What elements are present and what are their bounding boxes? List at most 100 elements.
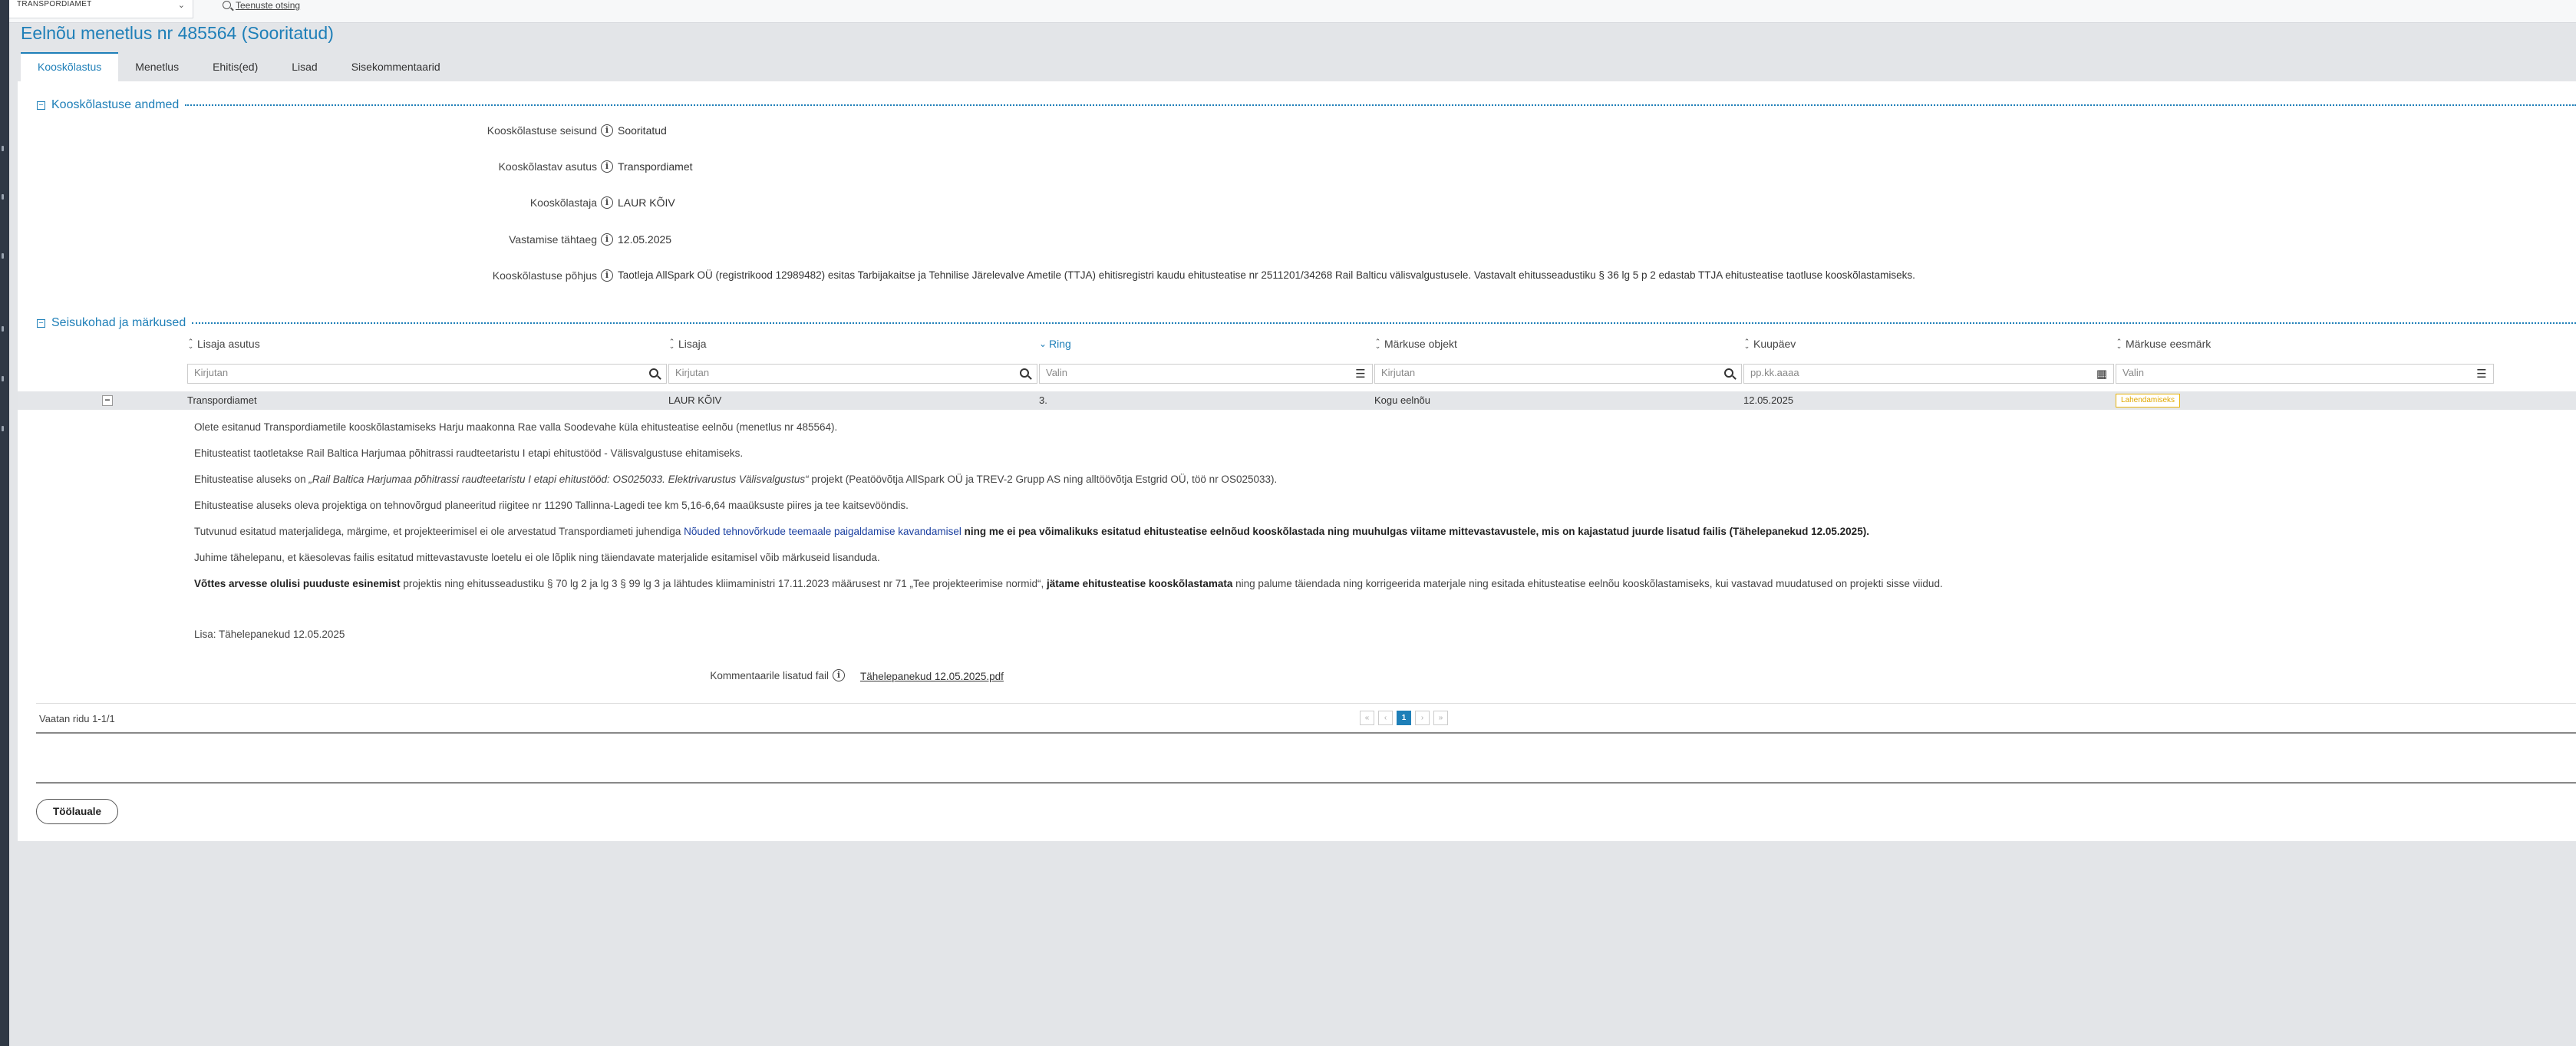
field-label: Kooskõlastuse põhjus: [492, 269, 597, 282]
filter-round[interactable]: ☰: [1039, 364, 1373, 384]
approval-section-title: Kooskõlastuse andmed: [51, 98, 180, 111]
search-icon[interactable]: [1724, 368, 1733, 378]
filter-purpose-select[interactable]: [2122, 367, 2469, 378]
comment-paragraph: Lisa: Tähelepanekud 12.05.2025: [194, 629, 345, 640]
cell-round: 3.: [1039, 394, 1047, 406]
sort-icon: ⌃ ⌄: [1743, 338, 1750, 350]
field-value: Transpordiamet: [618, 160, 693, 173]
filter-date-input[interactable]: [1750, 367, 2089, 378]
filter-object[interactable]: [1374, 364, 1742, 384]
comment-paragraph: Juhime tähelepanu, et käesolevas failis …: [194, 552, 880, 563]
field-deadline: Vastamise tähtaeg i 12.05.2025: [18, 233, 2576, 250]
page-1-button[interactable]: 1: [1397, 711, 1411, 725]
info-icon[interactable]: i: [833, 669, 845, 681]
calendar-icon[interactable]: ▦: [2096, 368, 2108, 380]
page-title: Eelnõu menetlus nr 485564 (Sooritatud): [21, 23, 334, 43]
field-agency: Kooskõlastav asutus i Transpordiamet: [18, 160, 2576, 177]
search-icon[interactable]: [649, 368, 658, 378]
info-icon[interactable]: i: [601, 196, 613, 209]
field-value: Sooritatud: [618, 124, 667, 137]
section-divider: [185, 104, 2576, 106]
pagination: « ‹ 1 › »: [1360, 711, 1448, 725]
cell-author: LAUR KÕIV: [668, 394, 722, 406]
remarks-section-header[interactable]: − Seisukohad ja märkused: [37, 316, 2576, 330]
field-value: LAUR KÕIV: [618, 196, 675, 209]
info-icon[interactable]: i: [601, 233, 613, 246]
filter-date[interactable]: ▦: [1743, 364, 2114, 384]
chevron-down-icon: ⌄: [177, 1, 185, 10]
pager-summary: Vaatan ridu 1-1/1: [39, 713, 115, 724]
service-search-link[interactable]: Teenuste otsing: [223, 0, 300, 11]
field-reason: Kooskõlastuse põhjus i Taotleja AllSpark …: [18, 269, 2576, 286]
top-bar: TRANSPORDIAMET ⌄ Teenuste otsing: [9, 0, 2576, 23]
left-rail: [0, 0, 9, 1046]
filter-org[interactable]: [187, 364, 667, 384]
comment-paragraph: Ehitusteatise aluseks oleva projektiga o…: [194, 500, 909, 511]
tab-menetlus[interactable]: Menetlus: [118, 52, 196, 81]
collapse-row-icon[interactable]: −: [102, 395, 113, 406]
field-value: 12.05.2025: [618, 233, 672, 246]
service-search-label: Teenuste otsing: [236, 0, 301, 11]
filter-round-select[interactable]: [1046, 367, 1347, 378]
filter-author[interactable]: [668, 364, 1037, 384]
field-approver: Kooskõlastaja i LAUR KÕIV: [18, 196, 2576, 213]
first-page-button[interactable]: «: [1360, 711, 1374, 725]
column-header-org[interactable]: ⌃ ⌄ Lisaja asutus: [187, 338, 260, 350]
collapse-icon[interactable]: −: [37, 101, 45, 110]
pager-bar: Vaatan ridu 1-1/1 « ‹ 1 › »: [36, 703, 2576, 734]
column-header-author[interactable]: ⌃ ⌄ Lisaja: [668, 338, 707, 350]
list-icon[interactable]: ☰: [2475, 368, 2488, 380]
info-icon[interactable]: i: [601, 124, 613, 137]
attachment-label: Kommentaarile lisatud fail: [710, 669, 829, 681]
sort-desc-icon: ⌄: [1039, 338, 1047, 349]
info-icon[interactable]: i: [601, 160, 613, 173]
column-header-purpose[interactable]: ⌃ ⌄ Märkuse eesmärk: [2116, 338, 2212, 350]
column-header-round[interactable]: ⌄ Ring: [1039, 338, 1071, 350]
table-row[interactable]: − Transpordiamet LAUR KÕIV 3. Kogu eelnõ…: [18, 391, 2576, 410]
rail-marker-icon: [2, 376, 4, 381]
comment-paragraph: Tutvunud esitatud materjalidega, märgime…: [194, 526, 1869, 537]
approval-section-header[interactable]: − Kooskõlastuse andmed: [37, 98, 2576, 112]
rail-marker-icon: [2, 194, 4, 200]
tab-ehitised[interactable]: Ehitis(ed): [196, 52, 275, 81]
tab-sisekommentaarid[interactable]: Sisekommentaarid: [335, 52, 457, 81]
cell-object: Kogu eelnõu: [1374, 394, 1431, 406]
filter-purpose[interactable]: ☰: [2116, 364, 2494, 384]
rail-marker-icon: [2, 253, 4, 259]
collapse-icon[interactable]: −: [37, 318, 45, 328]
rail-marker-icon: [2, 326, 4, 332]
organization-select[interactable]: TRANSPORDIAMET ⌄: [9, 0, 193, 18]
prev-page-button[interactable]: ‹: [1378, 711, 1393, 725]
organization-select-value: TRANSPORDIAMET: [17, 0, 92, 8]
attachment-row: Kommentaarile lisatud fail i Tähelepaneku…: [18, 669, 2576, 686]
field-label: Kooskõlastuse seisund: [487, 124, 597, 137]
back-to-dashboard-button[interactable]: Töölauale: [36, 799, 118, 824]
comment-paragraph: Võttes arvesse olulisi puuduste esinemis…: [194, 578, 1943, 589]
info-icon[interactable]: i: [601, 269, 613, 282]
remarks-table-header: ⌃ ⌄ Lisaja asutus ⌃ ⌄ Lisaja ⌄ Ring ⌃ ⌄ Märkuse…: [18, 338, 2576, 358]
guideline-link[interactable]: Nõuded tehnovõrkude teemaale paigaldamis…: [684, 526, 961, 537]
project-title: „Rail Baltica Harjumaa põhitrassi raudte…: [308, 474, 809, 485]
field-status: Kooskõlastuse seisund i Sooritatud: [18, 124, 2576, 141]
filter-object-input[interactable]: [1381, 367, 1717, 378]
tab-kooskolastus[interactable]: Kooskõlastus: [21, 52, 119, 81]
remarks-section-title: Seisukohad ja märkused: [51, 316, 186, 329]
sort-icon: ⌃ ⌄: [1374, 338, 1381, 350]
tab-bar: Kooskõlastus Menetlus Ehitis(ed) Lisad S…: [21, 52, 457, 81]
list-icon[interactable]: ☰: [1354, 368, 1367, 380]
rail-marker-icon: [2, 146, 4, 151]
content-panel: − Kooskõlastuse andmed Kooskõlastuse sei…: [18, 81, 2576, 841]
field-value: Taotleja AllSpark OÜ (registrikood 12989…: [618, 269, 1915, 281]
sort-icon: ⌃ ⌄: [668, 338, 675, 350]
column-header-date[interactable]: ⌃ ⌄ Kuupäev: [1743, 338, 1796, 350]
filter-author-input[interactable]: [675, 367, 1012, 378]
comment-paragraph: Ehitusteatist taotletakse Rail Baltica H…: [194, 447, 744, 459]
column-header-object[interactable]: ⌃ ⌄ Märkuse objekt: [1374, 338, 1457, 350]
search-icon[interactable]: [1020, 368, 1029, 378]
last-page-button[interactable]: »: [1433, 711, 1448, 725]
field-label: Kooskõlastaja: [529, 196, 597, 209]
tab-lisad[interactable]: Lisad: [275, 52, 334, 81]
attachment-file-link[interactable]: Tähelepanekud 12.05.2025.pdf: [860, 671, 1004, 682]
filter-org-input[interactable]: [194, 367, 642, 378]
next-page-button[interactable]: ›: [1415, 711, 1430, 725]
